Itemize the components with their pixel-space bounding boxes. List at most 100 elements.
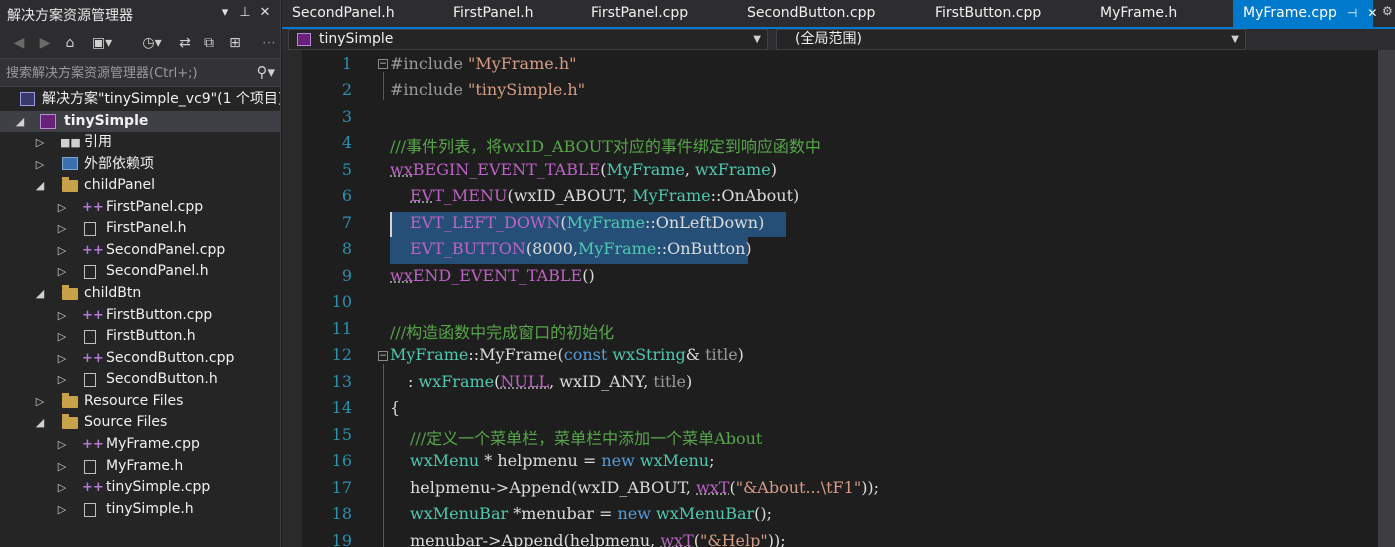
- tree-item-label: 解决方案"tinySimple_vc9"(1 个项目): [42, 91, 281, 107]
- tree-item-file[interactable]: ▷ ++ FirstButton.cpp: [0, 305, 280, 326]
- tree-item-file[interactable]: ▷ ++ SecondButton.cpp: [0, 348, 280, 369]
- cpp-file-icon: ++: [82, 480, 104, 495]
- expand-arrow-icon[interactable]: ▷: [56, 198, 68, 217]
- tree-item-label: childPanel: [84, 177, 156, 193]
- vertical-scrollbar[interactable]: [1378, 50, 1395, 547]
- code-line: {: [390, 398, 401, 417]
- code-editor[interactable]: − − 1 2 3 4 5 6 7 8 9 10 11 12 13 14 15 …: [282, 50, 1395, 547]
- tree-item-references[interactable]: ▷ ■■ 引用: [0, 132, 280, 153]
- back-icon[interactable]: ◀: [10, 33, 28, 53]
- punct-token: *menubar =: [508, 504, 618, 523]
- collapse-arrow-icon[interactable]: ◢: [34, 284, 46, 303]
- string-token: "MyFrame.h": [468, 54, 577, 73]
- expand-arrow-icon[interactable]: ▷: [56, 370, 68, 389]
- chevron-down-icon: ▼: [1231, 34, 1239, 45]
- history-icon[interactable]: ◷▾: [138, 33, 166, 53]
- collapse-all-icon[interactable]: ⧉: [200, 33, 218, 53]
- tree-item-source-files[interactable]: ◢ Source Files: [0, 412, 280, 433]
- properties-icon[interactable]: ⊞: [226, 33, 244, 53]
- tree-item-file[interactable]: ▷ SecondPanel.h: [0, 261, 280, 282]
- punct-token: (wxID_ABOUT,: [507, 186, 633, 205]
- punct-token: ));: [767, 531, 786, 547]
- punct-token: menubar->Append(helpmenu,: [410, 531, 661, 547]
- macro-token: END_EVENT_TABLE: [412, 266, 583, 285]
- tree-item-file[interactable]: ▷ ++ MyFrame.cpp: [0, 434, 280, 455]
- tree-item-label: 外部依赖项: [84, 156, 154, 172]
- tree-item-file[interactable]: ▷ ++ SecondPanel.cpp: [0, 240, 280, 261]
- tree-item-file[interactable]: ▷ FirstPanel.h: [0, 218, 280, 239]
- document-tab-strip: SecondPanel.h FirstPanel.h FirstPanel.cp…: [282, 0, 1395, 28]
- collapse-region-icon[interactable]: −: [378, 59, 388, 69]
- tree-item-solution[interactable]: 解决方案"tinySimple_vc9"(1 个项目): [0, 89, 280, 110]
- collapse-arrow-icon[interactable]: ◢: [34, 176, 46, 195]
- scope-dropdown[interactable]: (全局范围) ▼: [776, 29, 1246, 50]
- close-icon[interactable]: ✕: [1367, 6, 1377, 20]
- punct-token: * helpmenu =: [479, 451, 602, 470]
- more-tabs-icon[interactable]: ⚙: [1382, 4, 1393, 18]
- header-file-icon: [84, 330, 96, 344]
- preprocessor-token: #include: [390, 80, 469, 99]
- expand-arrow-icon[interactable]: ▷: [56, 349, 68, 368]
- search-icon[interactable]: ⚲▾: [256, 63, 275, 81]
- tree-item-label: Source Files: [84, 414, 168, 430]
- tree-item-file[interactable]: ▷ ++ tinySimple.cpp: [0, 477, 280, 498]
- expand-arrow-icon[interactable]: ▷: [56, 457, 68, 476]
- filter-folder-icon: [62, 393, 78, 408]
- keyword-token: new: [601, 451, 640, 470]
- expand-arrow-icon[interactable]: ▷: [34, 155, 46, 174]
- tree-item-file[interactable]: ▷ ++ FirstPanel.cpp: [0, 197, 280, 218]
- tab-label: FirstButton.cpp: [935, 5, 1042, 21]
- tab-secondpanel-h[interactable]: SecondPanel.h: [282, 0, 405, 27]
- collapse-arrow-icon[interactable]: ◢: [34, 413, 46, 432]
- tree-item-childpanel[interactable]: ◢ childPanel: [0, 175, 280, 196]
- tab-label: FirstPanel.cpp: [591, 5, 689, 21]
- expand-arrow-icon[interactable]: ▷: [56, 478, 68, 497]
- line-number: 5: [341, 160, 352, 179]
- switch-views-icon[interactable]: ▣▾: [88, 33, 116, 53]
- project-icon: [40, 114, 56, 129]
- chevron-down-icon[interactable]: ▾: [216, 4, 234, 22]
- tab-firstpanel-cpp[interactable]: FirstPanel.cpp: [581, 0, 698, 27]
- tree-item-file[interactable]: ▷ MyFrame.h: [0, 456, 280, 477]
- tree-item-file[interactable]: ▷ tinySimple.h: [0, 499, 280, 520]
- pin-icon[interactable]: ⊣: [1347, 6, 1357, 20]
- code-line: wxBEGIN_EVENT_TABLE(MyFrame, wxFrame): [390, 160, 777, 179]
- expand-arrow-icon[interactable]: ▷: [56, 241, 68, 260]
- project-dropdown[interactable]: tinySimple ▼: [288, 29, 768, 50]
- sync-icon[interactable]: ⇄: [176, 33, 194, 53]
- code-line: #include "MyFrame.h": [390, 54, 576, 73]
- tree-item-label: 引用: [84, 134, 112, 150]
- tree-item-external-deps[interactable]: ▷ 外部依赖项: [0, 154, 280, 175]
- expand-arrow-icon[interactable]: ▷: [56, 262, 68, 281]
- code-line-comment: ///构造函数中完成窗口的初始化: [390, 323, 615, 342]
- tree-item-label: tinySimple.h: [106, 501, 194, 517]
- collapse-arrow-icon[interactable]: ◢: [14, 112, 26, 131]
- tab-firstpanel-h[interactable]: FirstPanel.h: [443, 0, 544, 27]
- tab-myframe-cpp[interactable]: MyFrame.cpp ⊣ ✕: [1233, 0, 1377, 27]
- tree-item-project[interactable]: ◢ tinySimple: [0, 111, 280, 132]
- tab-myframe-h[interactable]: MyFrame.h: [1090, 0, 1187, 27]
- punct-token: , wxID_ANY,: [549, 372, 654, 391]
- tree-item-file[interactable]: ▷ SecondButton.h: [0, 369, 280, 390]
- more-icon[interactable]: ⋯: [262, 33, 276, 53]
- forward-icon[interactable]: ▶: [36, 33, 54, 53]
- expand-arrow-icon[interactable]: ▷: [34, 392, 46, 411]
- collapse-region-icon[interactable]: −: [378, 351, 388, 361]
- filter-folder-icon: [62, 285, 78, 300]
- tree-item-file[interactable]: ▷ FirstButton.h: [0, 326, 280, 347]
- tab-firstbutton-cpp[interactable]: FirstButton.cpp: [925, 0, 1051, 27]
- expand-arrow-icon[interactable]: ▷: [34, 133, 46, 152]
- search-input[interactable]: [6, 63, 241, 83]
- expand-arrow-icon[interactable]: ▷: [56, 500, 68, 519]
- expand-arrow-icon[interactable]: ▷: [56, 219, 68, 238]
- tree-item-childbtn[interactable]: ◢ childBtn: [0, 283, 280, 304]
- code-line: menubar->Append(helpmenu, wxT("&Help"));: [410, 531, 786, 547]
- expand-arrow-icon[interactable]: ▷: [56, 306, 68, 325]
- tree-item-resource-files[interactable]: ▷ Resource Files: [0, 391, 280, 412]
- close-icon[interactable]: ✕: [256, 4, 274, 22]
- expand-arrow-icon[interactable]: ▷: [56, 327, 68, 346]
- expand-arrow-icon[interactable]: ▷: [56, 435, 68, 454]
- tab-secondbutton-cpp[interactable]: SecondButton.cpp: [737, 0, 885, 27]
- pin-icon[interactable]: ⊥: [236, 4, 254, 22]
- home-icon[interactable]: ⌂: [60, 33, 80, 53]
